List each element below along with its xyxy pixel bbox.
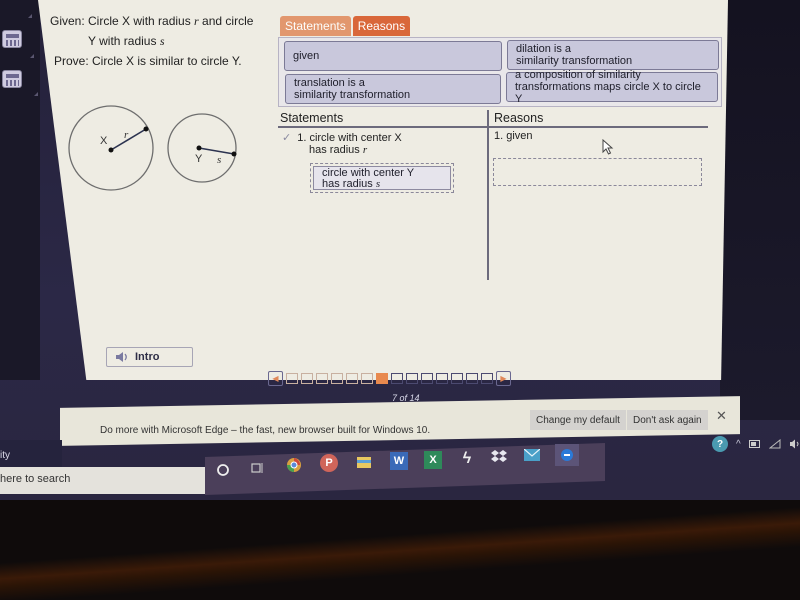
show-hidden-icons-chevron[interactable]: ^ bbox=[736, 439, 741, 450]
edge-icon[interactable] bbox=[555, 444, 579, 466]
next-slide-button[interactable]: ▶ bbox=[496, 370, 511, 386]
circle-x: X r bbox=[68, 105, 154, 191]
slide-indicator-4[interactable] bbox=[331, 372, 343, 384]
tab-reasons[interactable]: Reasons bbox=[352, 16, 411, 36]
slide-indicator-12[interactable] bbox=[451, 372, 463, 384]
slide-indicator-11[interactable] bbox=[436, 372, 448, 384]
slide-indicators bbox=[286, 372, 493, 384]
slide-indicator-7[interactable] bbox=[376, 372, 388, 384]
close-icon[interactable]: ✕ bbox=[716, 408, 727, 424]
slide-indicator-13[interactable] bbox=[466, 372, 478, 384]
statements-header: Statements bbox=[280, 111, 344, 125]
dropbox-icon[interactable] bbox=[490, 447, 508, 465]
help-icon[interactable]: ? bbox=[712, 436, 728, 452]
word-icon[interactable]: W bbox=[390, 452, 408, 470]
mail-icon[interactable] bbox=[523, 446, 541, 464]
previous-slide-button[interactable]: ◀ bbox=[268, 370, 283, 386]
label-x: X bbox=[100, 135, 108, 147]
slide-indicator-8[interactable] bbox=[391, 372, 403, 384]
wifi-icon[interactable] bbox=[768, 439, 781, 449]
dont-ask-again-button[interactable]: Don't ask again bbox=[627, 410, 708, 430]
tab-statements[interactable]: Statements bbox=[280, 16, 351, 36]
check-icon: ✓ bbox=[282, 132, 292, 144]
proof-row-1-reason: 1. given bbox=[494, 130, 533, 142]
expand-icon bbox=[34, 92, 38, 96]
change-my-default-button[interactable]: Change my default bbox=[530, 410, 626, 430]
given-line-2: Y with radius s bbox=[88, 34, 165, 48]
cortana-icon[interactable] bbox=[214, 461, 232, 479]
center-point-y bbox=[196, 145, 202, 151]
circles-diagram: X r Y s bbox=[68, 105, 237, 191]
calculator-icon[interactable] bbox=[2, 30, 22, 48]
statement-drop-zone[interactable]: circle with center Y has radius s bbox=[310, 163, 454, 193]
center-point-x bbox=[108, 147, 114, 153]
calculator-icon[interactable] bbox=[2, 70, 22, 88]
slide-indicator-6[interactable] bbox=[361, 372, 373, 384]
placed-statement-tile[interactable]: circle with center Y has radius s bbox=[313, 166, 451, 190]
tool-sidebar bbox=[0, 0, 40, 380]
given-line-1: Given: Circle X with radius r and circle bbox=[50, 14, 254, 28]
label-s: s bbox=[217, 154, 221, 166]
search-placeholder: here to search bbox=[0, 473, 71, 485]
tile-translation[interactable]: translation is a similarity transformatio… bbox=[285, 74, 501, 104]
powerpoint-icon[interactable]: P bbox=[320, 454, 338, 472]
tile-dilation[interactable]: dilation is a similarity transformation bbox=[507, 40, 719, 70]
speaker-icon bbox=[116, 352, 127, 362]
expand-icon bbox=[30, 54, 34, 58]
column-divider bbox=[487, 110, 489, 280]
chrome-icon[interactable] bbox=[285, 456, 303, 474]
screen-bezel-right bbox=[720, 0, 800, 420]
reasons-header: Reasons bbox=[494, 111, 544, 125]
label-y: Y bbox=[195, 153, 203, 165]
mouse-cursor-icon bbox=[602, 139, 614, 155]
slide-indicator-5[interactable] bbox=[346, 372, 358, 384]
tile-composition[interactable]: a composition of similarity transformatio… bbox=[506, 69, 718, 105]
slide-indicator-14[interactable] bbox=[481, 372, 493, 384]
app-s-icon[interactable]: ϟ bbox=[458, 450, 476, 468]
problem-statement: Given: Circle X with radius r and circle… bbox=[50, 11, 253, 71]
battery-icon[interactable] bbox=[748, 440, 761, 448]
slide-indicator-9[interactable] bbox=[406, 372, 418, 384]
system-tray: ? ^ bbox=[712, 436, 800, 452]
slide-indicator-1[interactable] bbox=[286, 372, 298, 384]
expand-icon bbox=[28, 14, 32, 18]
proof-table: Statements Reasons ✓ 1. circle with cente… bbox=[278, 110, 710, 280]
answer-bank: Statements Reasons given dilation is a si… bbox=[278, 12, 722, 107]
tile-container: given dilation is a similarity transforma… bbox=[278, 37, 722, 107]
slide-indicator-2[interactable] bbox=[301, 372, 313, 384]
bank-tabs: Statements Reasons bbox=[280, 16, 411, 36]
city-label: ity bbox=[0, 450, 10, 461]
header-divider bbox=[278, 126, 708, 128]
circle-y: Y s bbox=[167, 113, 237, 183]
slide-pager: ◀ ▶ bbox=[268, 368, 546, 388]
volume-icon[interactable] bbox=[789, 439, 800, 449]
edge-message: Do more with Microsoft Edge – the fast, … bbox=[100, 425, 431, 436]
label-r: r bbox=[124, 129, 129, 141]
proof-row-1-statement: ✓ 1. circle with center X has radius r bbox=[282, 132, 402, 156]
slide-indicator-10[interactable] bbox=[421, 372, 433, 384]
intro-button[interactable]: Intro bbox=[106, 347, 193, 367]
radius-endpoint-y bbox=[231, 151, 237, 157]
radius-endpoint-x bbox=[143, 126, 149, 132]
slide-indicator-3[interactable] bbox=[316, 372, 328, 384]
reason-drop-zone[interactable] bbox=[493, 158, 702, 186]
desk-reflection bbox=[0, 507, 800, 600]
file-explorer-icon[interactable] bbox=[355, 453, 373, 471]
tile-given[interactable]: given bbox=[284, 41, 502, 71]
prove-line: Prove: Circle X is similar to circle Y. bbox=[54, 54, 242, 68]
excel-icon[interactable]: X bbox=[424, 451, 442, 469]
task-view-icon[interactable] bbox=[248, 459, 266, 477]
